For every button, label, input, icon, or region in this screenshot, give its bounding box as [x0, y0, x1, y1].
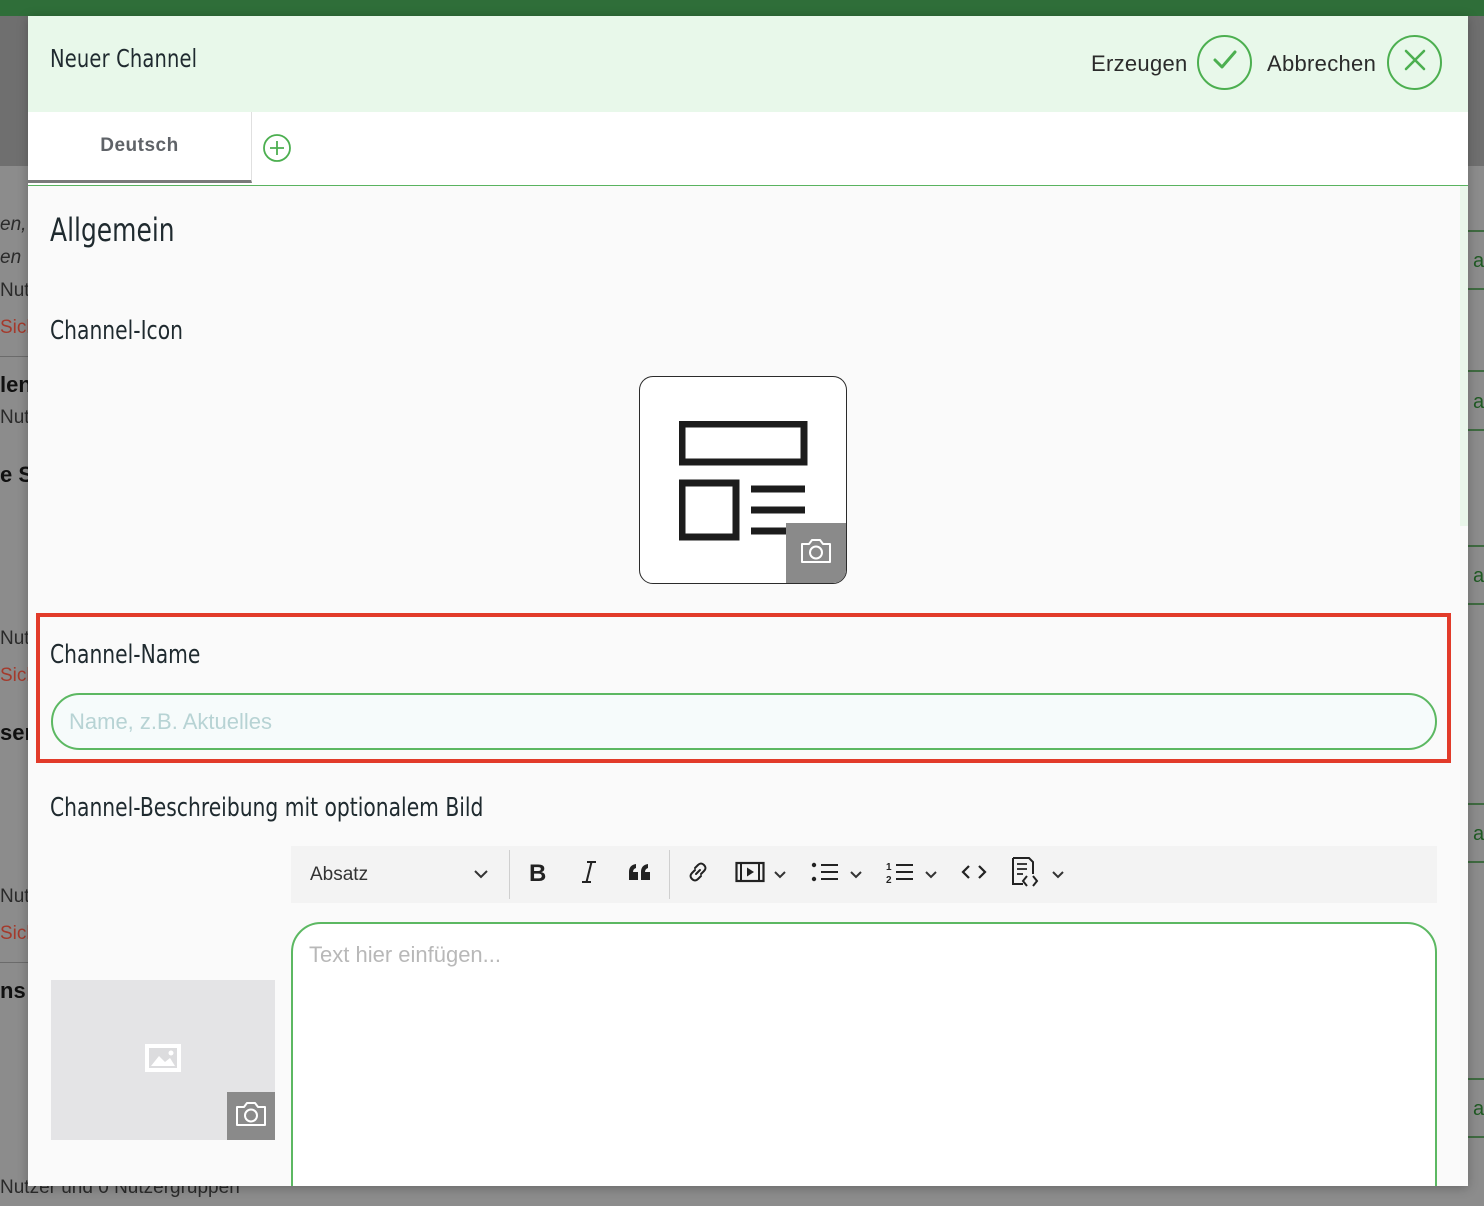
cancel-button[interactable] — [1387, 35, 1442, 90]
toolbar-divider — [509, 850, 510, 899]
section-title-general: Allgemein — [50, 211, 175, 249]
description-image-picker[interactable] — [51, 980, 275, 1140]
tab-deutsch[interactable]: Deutsch — [28, 112, 252, 183]
create-label[interactable]: Erzeugen — [1091, 51, 1188, 77]
numbered-list-button[interactable]: 12 — [881, 846, 943, 903]
channel-name-input[interactable] — [51, 693, 1437, 750]
background-divider — [1468, 803, 1484, 805]
background-text: a — [1473, 565, 1484, 587]
camera-icon — [234, 1100, 268, 1133]
background-text: a — [1473, 1098, 1484, 1120]
channel-icon-label: Channel-Icon — [50, 316, 183, 346]
chevron-down-icon — [924, 866, 938, 884]
background-text: Nut — [0, 628, 30, 649]
background-divider — [1468, 545, 1484, 547]
add-language-button[interactable] — [262, 133, 292, 163]
new-channel-modal: Neuer Channel Erzeugen Abbrechen Deutsch… — [28, 16, 1468, 1186]
toolbar-divider — [669, 850, 670, 899]
background-divider — [0, 962, 28, 963]
background-top-bar — [0, 0, 1484, 16]
media-button[interactable] — [731, 846, 791, 903]
background-text: a — [1473, 823, 1484, 845]
language-tabs: Deutsch — [28, 112, 1468, 186]
background-divider — [1468, 288, 1484, 290]
bulleted-list-icon — [811, 861, 839, 888]
code-button[interactable] — [956, 846, 992, 903]
create-button[interactable] — [1197, 35, 1252, 90]
background-divider — [1468, 1136, 1484, 1138]
bold-icon: B — [528, 860, 550, 889]
link-icon — [686, 860, 710, 889]
source-button[interactable] — [1004, 846, 1070, 903]
plus-circle-icon — [262, 134, 292, 167]
upload-image-button[interactable] — [227, 1092, 275, 1140]
background-divider — [1468, 429, 1484, 431]
blockquote-icon — [627, 862, 653, 887]
background-divider — [1468, 230, 1484, 232]
channel-name-label: Channel-Name — [50, 640, 201, 670]
background-divider — [1468, 1078, 1484, 1080]
editor-toolbar: Absatz B 12 — [291, 846, 1437, 903]
italic-icon — [579, 860, 599, 889]
modal-header: Neuer Channel Erzeugen Abbrechen — [28, 16, 1468, 112]
blockquote-button[interactable] — [621, 846, 659, 903]
svg-text:B: B — [529, 860, 546, 884]
svg-text:2: 2 — [886, 875, 892, 884]
close-icon — [1402, 47, 1428, 78]
chevron-down-icon — [849, 866, 863, 884]
background-text: a — [1473, 391, 1484, 413]
chevron-down-icon — [773, 866, 787, 884]
channel-description-label: Channel-Beschreibung mit optionalem Bild — [50, 793, 484, 823]
background-divider — [0, 356, 28, 357]
bulleted-list-button[interactable] — [806, 846, 868, 903]
numbered-list-icon: 12 — [886, 860, 914, 889]
source-icon — [1009, 856, 1039, 893]
background-text: a — [1473, 250, 1484, 272]
channel-icon-picker[interactable] — [639, 376, 847, 584]
link-button[interactable] — [681, 846, 715, 903]
image-icon — [144, 1043, 182, 1078]
background-text: Nut — [0, 280, 30, 301]
svg-text:1: 1 — [886, 862, 892, 873]
description-editor[interactable]: Text hier einfügen... — [291, 922, 1437, 1186]
editor-placeholder: Text hier einfügen... — [309, 942, 502, 967]
chevron-down-icon — [473, 866, 489, 884]
modal-title: Neuer Channel — [50, 44, 198, 73]
background-text: Nut — [0, 886, 30, 907]
block-format-select[interactable]: Absatz — [291, 846, 501, 903]
media-icon — [735, 861, 765, 888]
block-format-value: Absatz — [310, 863, 369, 885]
background-text: Nut — [0, 407, 30, 428]
background-text: en — [0, 247, 22, 268]
bold-button[interactable]: B — [521, 846, 557, 903]
scrollbar[interactable] — [1460, 186, 1468, 526]
camera-icon — [799, 537, 833, 570]
background-text: en, — [0, 214, 27, 235]
background-divider — [1468, 603, 1484, 605]
background-divider — [1468, 861, 1484, 863]
cancel-label[interactable]: Abbrechen — [1267, 51, 1376, 77]
upload-icon-button[interactable] — [786, 523, 846, 583]
background-divider — [1468, 370, 1484, 372]
background-text: ns — [0, 978, 26, 1003]
italic-button[interactable] — [571, 846, 607, 903]
code-icon — [961, 864, 987, 885]
chevron-down-icon — [1051, 866, 1065, 884]
check-icon — [1210, 45, 1240, 80]
